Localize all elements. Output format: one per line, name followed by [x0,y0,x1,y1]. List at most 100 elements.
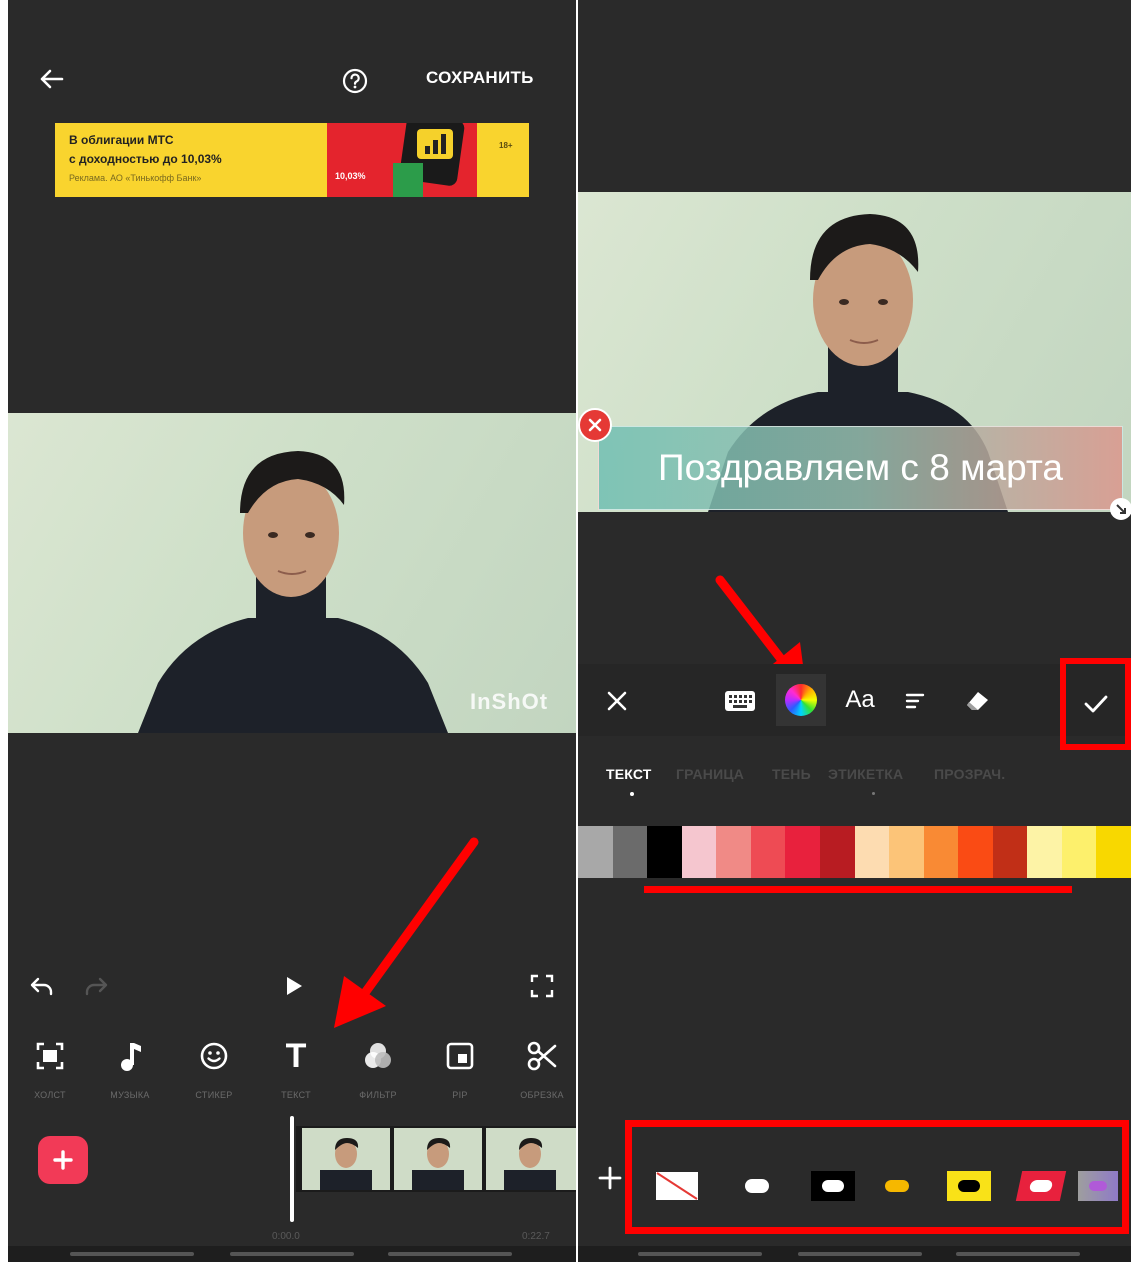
label-style-yellow-box[interactable] [938,1162,1000,1210]
music-note-icon [90,1036,170,1076]
tab-border[interactable]: ГРАНИЦА [676,766,744,782]
annotation-underline [644,886,1072,893]
add-label-icon[interactable] [596,1164,624,1192]
fullscreen-icon[interactable] [526,970,558,1002]
color-swatch[interactable] [923,826,959,878]
tool-canvas[interactable]: ХОЛСТ [10,1036,90,1100]
tool-music[interactable]: МУЗЫКА [90,1036,170,1100]
label-style-none[interactable] [646,1162,708,1210]
nav-pill [956,1252,1080,1256]
watermark: InShOt [470,689,549,714]
color-swatch[interactable] [992,826,1028,878]
tab-text[interactable]: ТЕКСТ [606,766,652,782]
back-arrow-icon[interactable] [34,62,68,96]
close-icon[interactable] [600,684,634,718]
nav-pill [230,1252,354,1256]
tool-label: ХОЛСТ [34,1090,66,1100]
text-icon: T [285,1036,307,1075]
color-swatch[interactable] [958,826,994,878]
label-style-gradient[interactable] [1078,1162,1118,1210]
color-swatch[interactable] [750,826,786,878]
align-icon[interactable] [898,684,932,718]
timeline-track[interactable] [296,1126,576,1192]
right-screen: Поздравляем с 8 марта Aa ТЕКСТ ГРАНИЦА Т… [578,0,1131,1262]
color-swatch[interactable] [716,826,752,878]
tool-label: PIP [452,1090,468,1100]
scissors-icon [502,1036,576,1076]
pip-icon [420,1036,500,1076]
help-icon[interactable] [340,66,370,96]
resize-caption-icon[interactable] [1110,498,1131,520]
label-style-white-pill[interactable] [726,1162,788,1210]
eraser-icon[interactable] [958,684,998,718]
tool-label: СТИКЕР [195,1090,233,1100]
color-swatch[interactable] [854,826,890,878]
color-swatch[interactable] [681,826,717,878]
ad-green-stripe [393,163,423,197]
color-swatch[interactable] [1027,826,1063,878]
caption-text: Поздравляем с 8 марта [658,447,1063,488]
ad-chart-icon [417,129,453,159]
nav-pill [798,1252,922,1256]
timeline-thumbnail [486,1128,576,1190]
tool-label: МУЗЫКА [110,1090,150,1100]
text-caption-box[interactable]: Поздравляем с 8 марта [598,426,1123,510]
redo-icon[interactable] [80,970,112,1002]
timeline-start-time: 0:00.0 [272,1231,300,1242]
tab-label[interactable]: ЭТИКЕТКА [828,766,903,782]
ad-text-line-2: с доходностью до 10,03% [69,152,222,166]
color-swatch[interactable] [889,826,925,878]
color-swatch[interactable] [1061,826,1097,878]
save-button[interactable]: СОХРАНИТЬ [426,68,534,88]
ad-age-badge: 18+ [499,141,513,150]
tool-label: ФИЛЬТР [359,1090,397,1100]
nav-pill [70,1252,194,1256]
tool-pip[interactable]: PIP [420,1036,500,1100]
color-swatch[interactable] [647,826,683,878]
tool-trim[interactable]: ОБРЕЗКА [502,1036,576,1100]
add-clip-button[interactable] [38,1136,88,1184]
canvas-icon [10,1036,90,1076]
tab-active-dot [630,792,634,796]
undo-icon[interactable] [26,970,58,1002]
tool-text[interactable]: T ТЕКСТ [256,1036,336,1101]
ad-text-line-1: В облигации МТС [69,133,174,147]
left-screen: СОХРАНИТЬ В облигации МТС с доходностью … [8,0,576,1262]
annotation-arrow [334,837,479,1028]
person-figure [138,451,448,733]
ad-text-line-3: Реклама. АО «Тинькофф Банк» [69,173,202,183]
tool-label: ТЕКСТ [281,1090,311,1100]
play-icon[interactable] [278,970,310,1002]
filter-circles-icon [338,1036,418,1076]
nav-pill [388,1252,512,1256]
label-style-yellow-pill[interactable] [866,1162,928,1210]
tab-shadow[interactable]: ТЕНЬ [772,766,811,782]
timeline-end-time: 0:22.7 [522,1231,550,1242]
video-preview[interactable]: InShOt [8,413,576,733]
delete-caption-icon[interactable] [578,408,612,442]
tool-label: ОБРЕЗКА [520,1090,564,1100]
color-wheel-icon[interactable] [776,674,826,726]
ad-rate: 10,03% [335,171,366,181]
ad-banner[interactable]: В облигации МТС с доходностью до 10,03% … [55,123,529,197]
tab-indicator-dot [872,792,875,795]
tool-filter[interactable]: ФИЛЬТР [338,1036,418,1100]
nav-pill [638,1252,762,1256]
tool-sticker[interactable]: СТИКЕР [174,1036,254,1100]
tab-opacity[interactable]: ПРОЗРАЧ. [934,766,1005,782]
color-swatch[interactable] [1096,826,1131,878]
keyboard-icon[interactable] [718,684,762,718]
confirm-check-icon[interactable] [1060,658,1131,750]
label-style-red-slant[interactable] [1010,1162,1072,1210]
smiley-icon [174,1036,254,1076]
color-swatch[interactable] [819,826,855,878]
color-swatch[interactable] [785,826,821,878]
timeline-thumbnail [394,1128,482,1190]
ad-card-graphic: 10,03% [327,123,477,197]
label-style-black-box[interactable] [802,1162,864,1210]
color-swatch[interactable] [612,826,648,878]
font-icon[interactable]: Aa [838,682,882,718]
timeline-thumbnail [302,1128,390,1190]
color-swatch[interactable] [578,826,613,878]
playhead[interactable] [290,1116,294,1222]
